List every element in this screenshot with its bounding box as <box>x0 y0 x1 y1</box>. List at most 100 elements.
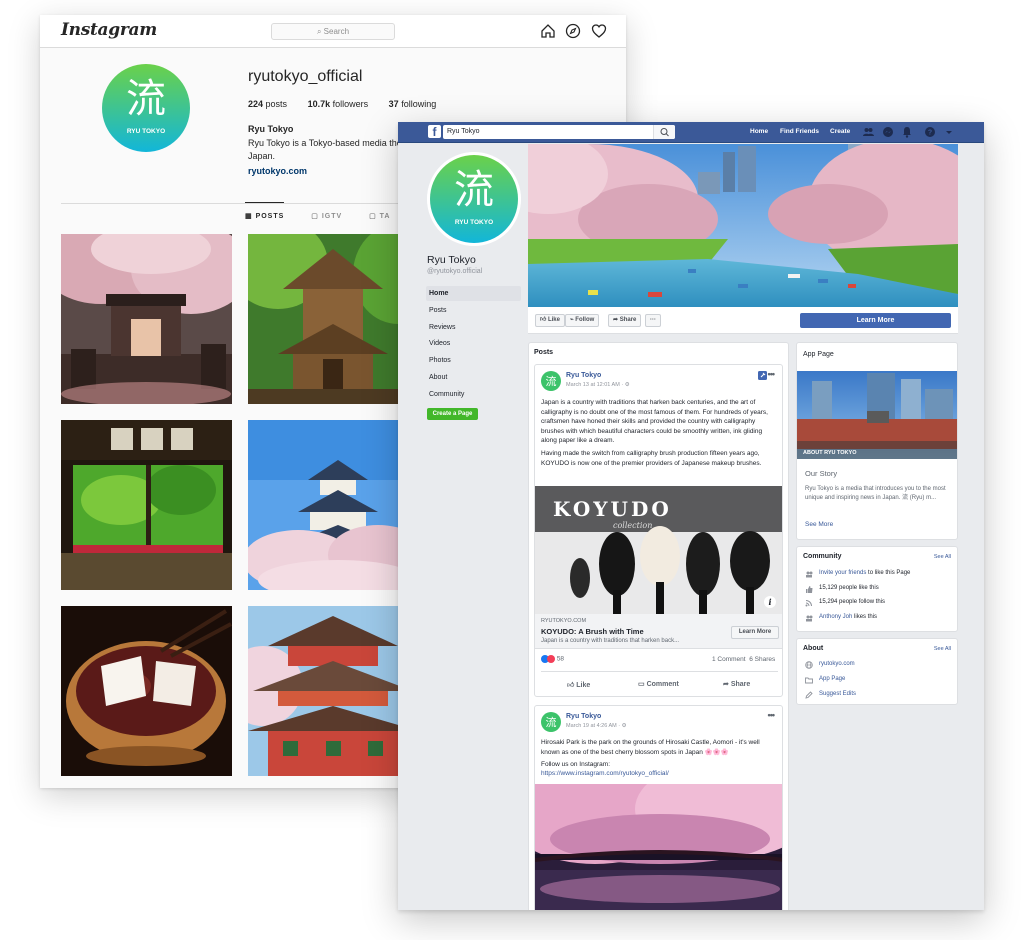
heart-icon[interactable] <box>591 23 607 39</box>
facebook-search-input[interactable]: Ryu Tokyo <box>443 125 675 139</box>
messenger-icon[interactable] <box>882 126 894 138</box>
post-like-button[interactable]: 👍︎ Like <box>567 680 590 689</box>
cover-photo[interactable] <box>528 144 958 307</box>
post-koyudo: 流 Ryu Tokyo March 13 at 12:01 AM · ⚙ •••… <box>534 364 783 697</box>
sidebar-item-posts[interactable]: Posts <box>426 303 521 318</box>
igtv-icon: ▢ <box>311 213 322 220</box>
search-icon: ⌕ <box>316 27 322 36</box>
post-author[interactable]: Ryu Tokyo <box>566 713 601 720</box>
instagram-profile-link[interactable]: https://www.instagram.com/ryutokyo_offic… <box>541 769 779 779</box>
create-page-button[interactable]: Create a Page <box>427 408 478 420</box>
post-options-button[interactable]: ••• <box>768 710 776 720</box>
our-story-text: Ryu Tokyo is a media that introduces you… <box>805 486 946 501</box>
posts-heading: Posts <box>534 349 554 356</box>
page-profile-picture[interactable]: 流 RYU TOKYO <box>427 152 521 246</box>
likes-count: 15,129 people like this <box>819 585 879 591</box>
instagram-profile-avatar[interactable]: 流 RYU TOKYO <box>102 64 190 152</box>
pin-icon[interactable] <box>758 371 767 380</box>
like-page-button[interactable]: 👍︎ Like <box>535 314 565 327</box>
notifications-bell-icon[interactable] <box>901 126 913 138</box>
info-icon: i <box>768 597 771 607</box>
tab-tagged[interactable]: ▢ TA <box>369 212 390 220</box>
nav-create[interactable]: Create <box>830 128 850 135</box>
nav-home[interactable]: Home <box>750 128 768 135</box>
post-photo-night-blossoms[interactable] <box>535 784 783 910</box>
post-share-button[interactable]: ➦ Share <box>723 680 750 688</box>
posts-count[interactable]: 224 posts <box>248 99 287 109</box>
sidebar-item-reviews[interactable]: Reviews <box>426 320 521 335</box>
link-preview-footer[interactable]: RYUTOKYO.COM KOYUDO: A Brush with Time J… <box>535 614 782 649</box>
about-see-all-link[interactable]: See All <box>934 646 951 652</box>
instagram-logo[interactable]: Instagram <box>61 20 157 40</box>
friend-name-link[interactable]: Anthony Joh <box>819 614 852 620</box>
invite-friends-link[interactable]: Invite your friends <box>819 570 866 576</box>
post-tile-castle[interactable] <box>248 420 419 590</box>
share-page-button[interactable]: ➦ Share <box>608 314 642 327</box>
tab-igtv[interactable]: ▢ IGTV <box>311 212 342 220</box>
following-count[interactable]: 37 following <box>389 99 437 109</box>
svg-text:流: 流 <box>546 715 557 729</box>
post-text-paragraph-1: Japan is a country with traditions that … <box>541 399 768 445</box>
reaction-summary[interactable]: 58 <box>541 655 564 663</box>
instagram-username: ryutokyo_official <box>248 68 363 85</box>
follow-page-button[interactable]: ⌁ Follow <box>565 314 600 327</box>
nav-find-friends[interactable]: Find Friends <box>780 128 819 135</box>
sidebar-item-videos[interactable]: Videos <box>426 336 521 351</box>
link-domain: RYUTOKYO.COM <box>541 618 587 624</box>
folder-icon <box>805 677 813 684</box>
followers-count[interactable]: 10.7k followers <box>308 99 369 109</box>
instagram-top-bar: Instagram ⌕ Search <box>40 15 626 48</box>
comment-bubble-icon: ▭ <box>638 681 647 688</box>
sidebar-item-community[interactable]: Community <box>426 387 521 402</box>
instagram-search-input[interactable]: ⌕ Search <box>271 23 395 40</box>
friend-requests-icon[interactable] <box>862 126 874 138</box>
follow-rss-icon <box>805 600 812 607</box>
post-author-avatar[interactable]: 流 <box>541 371 561 391</box>
bio-text: Ryu Tokyo is a Tokyo-based media the Jap… <box>248 138 402 161</box>
learn-more-button[interactable]: Learn More <box>800 313 951 328</box>
post-author-avatar[interactable]: 流 <box>541 712 561 732</box>
post-tile-tatami-garden[interactable] <box>61 420 232 590</box>
profile-tabs: ▦ POSTS ▢ IGTV ▢ TA <box>245 202 414 220</box>
post-comment-button[interactable]: ▭ Comment <box>638 680 679 688</box>
bio-website-link[interactable]: ryutokyo.com <box>248 166 307 176</box>
post-timestamp[interactable]: March 19 at 4:26 AM · ⚙ <box>566 723 627 729</box>
post-timestamp[interactable]: March 13 at 12:01 AM · ⚙ <box>566 382 630 388</box>
suggest-edits-link[interactable]: Suggest Edits <box>819 691 856 697</box>
help-icon[interactable]: ? <box>924 126 936 138</box>
sidebar-item-photos[interactable]: Photos <box>426 353 521 368</box>
see-more-link[interactable]: See More <box>805 521 833 528</box>
avatar-label: RYU TOKYO <box>127 128 165 135</box>
page-handle: @ryutokyo.official <box>427 268 483 275</box>
post-tile-pagoda[interactable] <box>248 606 419 776</box>
people-icon <box>806 571 813 578</box>
app-page-card: App Page ABOUT RYU TOKYO Our Story Ryu T… <box>796 342 958 540</box>
post-link-image[interactable]: KOYUDO collection i <box>535 486 783 614</box>
post-text-paragraph-1: Hirosaki Park is the park on the grounds… <box>541 739 760 756</box>
sidebar-item-home[interactable]: Home <box>426 286 521 301</box>
sidebar-item-about[interactable]: About <box>426 370 521 385</box>
community-see-all-link[interactable]: See All <box>934 554 951 560</box>
thumbs-up-icon: 👍︎ <box>567 682 577 689</box>
more-options-button[interactable]: ··· <box>645 314 661 327</box>
explore-compass-icon[interactable] <box>565 23 581 39</box>
tab-posts[interactable]: ▦ POSTS <box>245 202 285 220</box>
link-title: KOYUDO: A Brush with Time <box>541 627 644 636</box>
facebook-logo-icon[interactable]: f <box>428 125 441 139</box>
about-title: About <box>803 645 824 652</box>
about-ryu-tokyo-image[interactable]: ABOUT RYU TOKYO <box>797 371 957 459</box>
post-options-button[interactable]: ••• <box>768 369 776 379</box>
post-tile-mochi-bowl[interactable] <box>61 606 232 776</box>
dropdown-caret-icon[interactable] <box>943 126 955 138</box>
thumbs-up-icon <box>806 586 813 593</box>
website-link[interactable]: ryutokyo.com <box>819 661 855 667</box>
post-tile-forest-shrine[interactable] <box>248 234 419 404</box>
search-button[interactable] <box>653 125 675 139</box>
post-tile-temple-gate[interactable] <box>61 234 232 404</box>
post-author[interactable]: Ryu Tokyo <box>566 372 601 379</box>
post-hirosaki: 流 Ryu Tokyo March 19 at 4:26 AM · ⚙ ••• … <box>534 705 783 910</box>
home-icon[interactable] <box>540 23 556 39</box>
comment-share-counts[interactable]: 1 Comment 6 Shares <box>712 656 775 663</box>
app-page-link[interactable]: App Page <box>819 676 845 682</box>
link-learn-more-button[interactable]: Learn More <box>731 626 779 639</box>
